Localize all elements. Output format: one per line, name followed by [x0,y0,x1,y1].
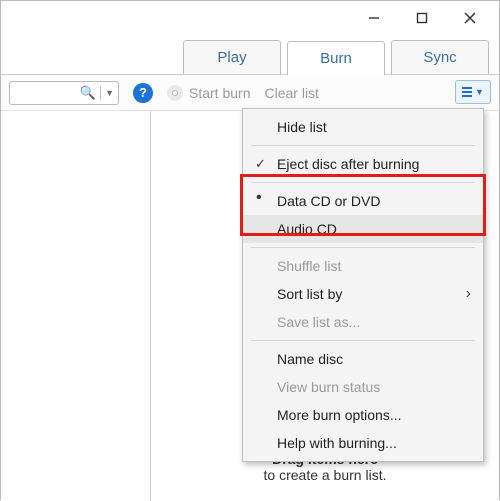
menu-save-list-as: Save list as... [243,308,483,336]
drop-hint-line2: to create a burn list. [264,467,387,483]
menu-audio-cd[interactable]: Audio CD [243,215,483,243]
minimize-button[interactable] [351,3,397,33]
menu-separator [251,182,475,183]
menu-separator [251,340,475,341]
disc-icon [167,85,183,101]
search-icon: 🔍 [80,85,96,101]
menu-data-cd-dvd[interactable]: Data CD or DVD [243,187,483,215]
menu-help-burning[interactable]: Help with burning... [243,429,483,457]
menu-separator [251,145,475,146]
search-box[interactable]: 🔍 ▼ [9,81,119,105]
chevron-down-icon: ▼ [475,87,484,97]
window-controls [1,1,499,35]
tab-burn[interactable]: Burn [287,41,385,75]
list-icon [462,87,472,97]
tab-sync[interactable]: Sync [391,40,489,74]
tab-bar: Play Burn Sync [1,35,499,75]
close-button[interactable] [447,3,493,33]
clear-list-button[interactable]: Clear list [264,85,318,101]
chevron-down-icon: ▼ [105,88,114,98]
divider [100,86,101,100]
tab-play[interactable]: Play [183,40,281,74]
library-pane [1,111,151,501]
start-burn-button[interactable]: Start burn [167,85,250,101]
menu-hide-list[interactable]: Hide list [243,113,483,141]
menu-name-disc[interactable]: Name disc [243,345,483,373]
menu-more-burn-options[interactable]: More burn options... [243,401,483,429]
start-burn-label: Start burn [189,85,250,101]
menu-sort-list-by[interactable]: Sort list by [243,280,483,308]
clear-list-label: Clear list [264,85,318,101]
burn-options-menu: Hide list Eject disc after burning Data … [242,108,484,462]
menu-view-burn-status: View burn status [243,373,483,401]
maximize-button[interactable] [399,3,445,33]
menu-shuffle-list: Shuffle list [243,252,483,280]
help-icon[interactable]: ? [133,83,153,103]
menu-separator [251,247,475,248]
list-options-button[interactable]: ▼ [455,80,491,104]
toolbar: 🔍 ▼ ? Start burn Clear list ▼ [1,75,499,111]
menu-eject-after-burn[interactable]: Eject disc after burning [243,150,483,178]
